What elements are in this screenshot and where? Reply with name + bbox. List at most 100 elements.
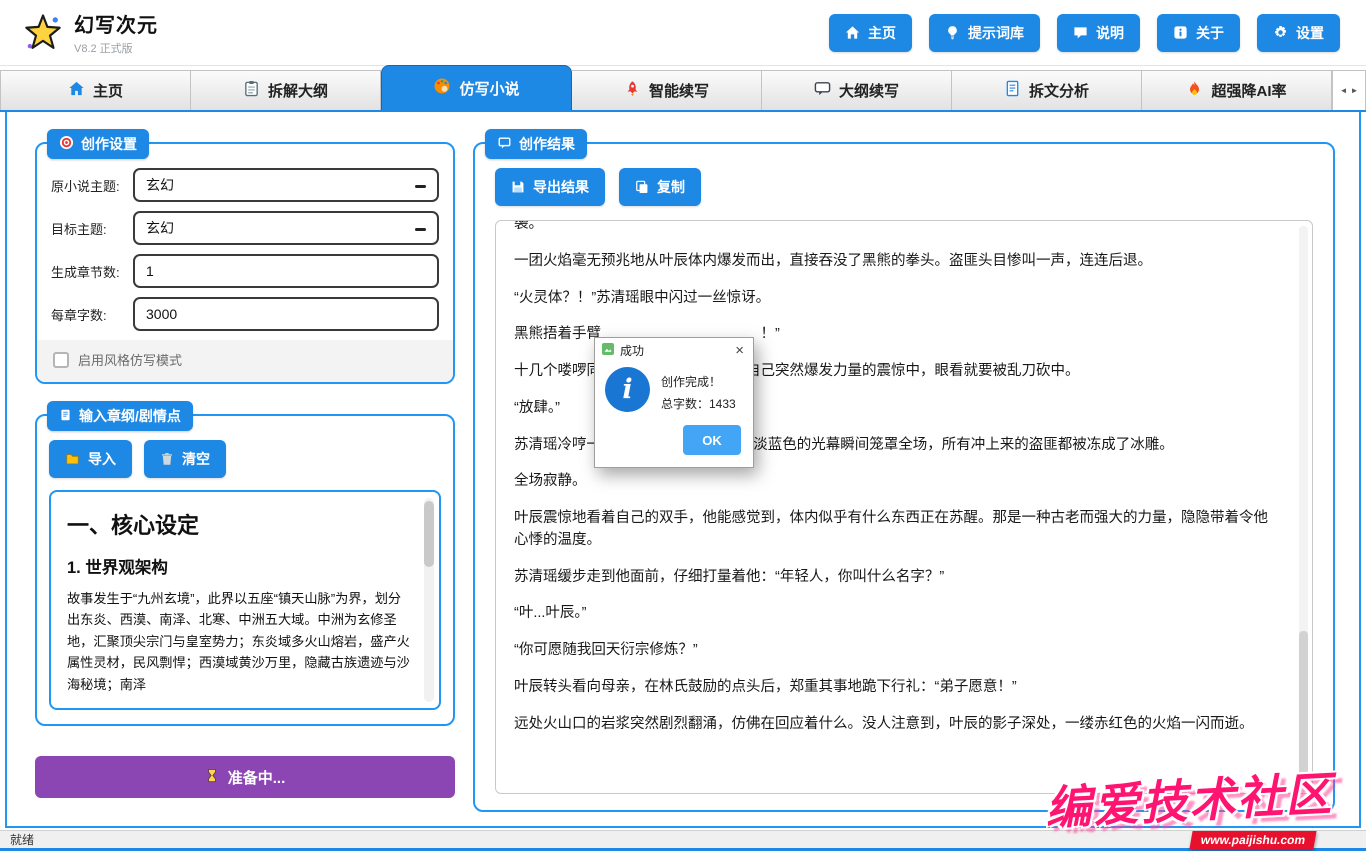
generate-status-button[interactable]: 准备中...: [35, 756, 455, 798]
outline-editor[interactable]: 一、核心设定 1. 世界观架构 故事发生于“九州玄境”，此界以五座“镇天山脉”为…: [49, 490, 441, 710]
tab-text-analysis-label: 拆文分析: [1029, 80, 1089, 101]
style-imitate-checkbox-row: 启用风格仿写模式: [37, 340, 453, 382]
outline-input-group: 输入章纲/剧情点 导入 清空: [35, 414, 455, 726]
result-paragraph: 苏清瑶缓步走到他面前，仔细打量着他：“年轻人，你叫什么名字？”: [514, 567, 1278, 589]
words-per-chapter-input[interactable]: [133, 297, 439, 331]
result-paragraph: 袭。: [514, 220, 1278, 236]
dialog-app-icon: [602, 343, 614, 358]
outline-subheading: 1. 世界观架构: [67, 554, 413, 578]
tab-outline-continue-label: 大纲续写: [839, 80, 899, 101]
header-help-button[interactable]: 说明: [1057, 14, 1140, 52]
result-paragraph: 一团火焰毫无预兆地从叶辰体内爆发而出，直接吞没了黑熊的拳头。盗匪头目惨叫一声，连…: [514, 251, 1278, 273]
status-bar: 就绪: [0, 830, 1366, 848]
main-tabbar: 主页 拆解大纲 仿写小说 智能续写 大纲续写 拆文分析 超强降AI率 ◄ ►: [0, 66, 1366, 112]
style-imitate-checkbox-label: 启用风格仿写模式: [78, 350, 182, 369]
field-row: 目标主题: 玄幻: [51, 211, 439, 245]
import-button[interactable]: 导入: [49, 440, 132, 478]
folder-icon: [65, 452, 80, 466]
dialog-titlebar[interactable]: 成功 ×: [595, 338, 753, 362]
chapter-count-input[interactable]: [133, 254, 439, 288]
copy-label: 复制: [657, 177, 685, 197]
outline-input-title: 输入章纲/剧情点: [79, 406, 181, 426]
trash-icon: [160, 452, 174, 466]
clipboard-icon: [243, 80, 260, 101]
tab-outline-breakdown-label: 拆解大纲: [268, 80, 328, 101]
app-header: 幻写次元 V8.2 正式版 主页 提示词库 说明 关于: [0, 0, 1366, 66]
result-paragraph: “火灵体？！”苏清瑶眼中闪过一丝惊讶。: [514, 288, 1278, 310]
dialog-title: 成功: [620, 342, 644, 359]
tab-outline-breakdown[interactable]: 拆解大纲: [191, 70, 381, 110]
header-prompt-library-button[interactable]: 提示词库: [929, 14, 1040, 52]
words-per-chapter-label: 每章字数:: [51, 305, 133, 324]
app-title: 幻写次元: [74, 9, 158, 38]
result-paragraph: “你可愿随我回天衍宗修炼？”: [514, 640, 1278, 662]
home-icon: [68, 80, 85, 101]
save-icon: [511, 180, 525, 194]
outline-input-chip: 输入章纲/剧情点: [47, 401, 193, 431]
tab-outline-continue[interactable]: 大纲续写: [762, 70, 952, 110]
outline-buttons: 导入 清空: [49, 440, 441, 478]
export-results-label: 导出结果: [533, 177, 589, 197]
header-settings-button[interactable]: 设置: [1257, 14, 1340, 52]
export-results-button[interactable]: 导出结果: [495, 168, 605, 206]
chevron-down-icon: [415, 185, 426, 188]
header-about-button[interactable]: 关于: [1157, 14, 1240, 52]
outline-heading: 一、核心设定: [67, 508, 413, 540]
tab-scroll-arrows[interactable]: ◄ ►: [1332, 70, 1366, 110]
palette-icon: [433, 77, 451, 99]
info-icon: i: [605, 367, 650, 412]
tab-scroll-left-icon[interactable]: ◄: [1340, 86, 1348, 95]
close-icon[interactable]: ×: [733, 343, 746, 358]
creation-settings-title: 创作设置: [81, 134, 137, 154]
field-row: 原小说主题: 玄幻: [51, 168, 439, 202]
document-icon: [59, 408, 72, 425]
dialog-footer: OK: [595, 417, 753, 467]
creation-results-title: 创作结果: [519, 134, 575, 154]
copy-button[interactable]: 复制: [619, 168, 701, 206]
field-row: 每章字数:: [51, 297, 439, 331]
dialog-body: i 创作完成！ 总字数：1433: [595, 362, 753, 417]
info-icon: [1173, 25, 1188, 40]
creation-results-chip: 创作结果: [485, 129, 587, 159]
rocket-icon: [624, 80, 641, 101]
app-version: V8.2 正式版: [74, 40, 158, 56]
target-theme-select[interactable]: 玄幻: [133, 211, 439, 245]
source-theme-label: 原小说主题:: [51, 176, 133, 195]
document-icon: [1004, 80, 1021, 101]
success-dialog: 成功 × i 创作完成！ 总字数：1433 OK: [594, 337, 754, 468]
tab-scroll-right-icon[interactable]: ►: [1351, 86, 1359, 95]
header-buttons: 主页 提示词库 说明 关于 设置: [829, 14, 1350, 52]
main-content: 创作设置 原小说主题: 玄幻 目标主题: 玄幻: [5, 112, 1361, 828]
target-theme-value: 玄幻: [146, 218, 174, 238]
tab-imitate-novel[interactable]: 仿写小说: [381, 65, 572, 110]
ok-button[interactable]: OK: [683, 425, 741, 455]
chat-icon: [1073, 25, 1088, 40]
result-paragraph: 叶辰转头看向母亲，在林氏鼓励的点头后，郑重其事地跪下行礼：“弟子愿意！”: [514, 677, 1278, 699]
bulb-icon: [945, 25, 960, 40]
result-paragraph: 远处火山口的岩浆突然剧烈翻涌，仿佛在回应着什么。没人注意到，叶辰的影子深处，一缕…: [514, 714, 1278, 736]
tab-smart-continue[interactable]: 智能续写: [572, 70, 762, 110]
dialog-message-line2: 总字数：1433: [661, 394, 736, 416]
dialog-message-line1: 创作完成！: [661, 372, 736, 394]
editor-scrollbar-thumb[interactable]: [424, 501, 434, 567]
source-theme-value: 玄幻: [146, 175, 174, 195]
hourglass-icon: [205, 768, 219, 787]
result-paragraph: “叶...叶辰。”: [514, 603, 1278, 625]
header-home-button[interactable]: 主页: [829, 14, 912, 52]
tab-home[interactable]: 主页: [0, 70, 191, 110]
copy-icon: [635, 180, 649, 194]
gear-icon: [1273, 25, 1288, 40]
outline-body-text: 故事发生于“九州玄境”，此界以五座“镇天山脉”为界，划分出东炎、西漠、南泽、北寒…: [67, 588, 413, 695]
chat-icon: [497, 136, 512, 153]
clear-button[interactable]: 清空: [144, 440, 226, 478]
result-scrollbar-thumb[interactable]: [1299, 631, 1308, 781]
result-paragraph: 全场寂静。: [514, 471, 1278, 493]
source-theme-select[interactable]: 玄幻: [133, 168, 439, 202]
status-text: 就绪: [10, 831, 34, 848]
tab-text-analysis[interactable]: 拆文分析: [952, 70, 1142, 110]
header-about-label: 关于: [1196, 23, 1224, 43]
app-logo-star-icon: [22, 12, 64, 54]
tab-reduce-ai-rate[interactable]: 超强降AI率: [1142, 70, 1332, 110]
home-icon: [845, 25, 860, 40]
style-imitate-checkbox[interactable]: [53, 352, 69, 368]
